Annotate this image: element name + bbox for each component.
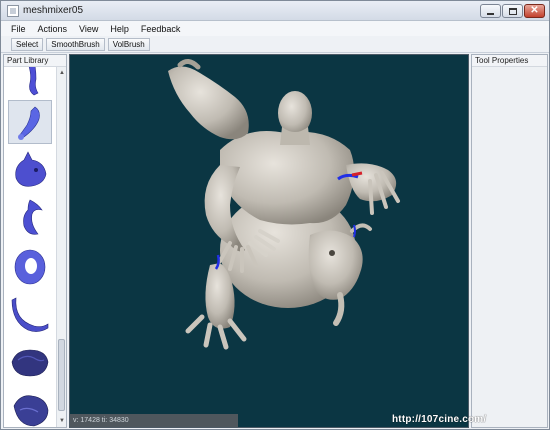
scroll-up-icon[interactable]: ▲ xyxy=(57,68,67,78)
watermark-text: http://107cine.com/ xyxy=(392,414,487,425)
menu-file[interactable]: File xyxy=(5,24,32,34)
part-thumbnail-claw[interactable] xyxy=(8,196,52,240)
menu-feedback[interactable]: Feedback xyxy=(135,24,187,34)
scroll-down-icon[interactable]: ▼ xyxy=(57,416,67,426)
app-window: meshmixer05 ✕ File Actions View Help Fee… xyxy=(0,0,550,430)
menu-bar: File Actions View Help Feedback xyxy=(1,21,549,36)
part-library-title: Part Library xyxy=(4,55,66,67)
maximize-button[interactable] xyxy=(502,4,523,18)
tool-properties-panel: Tool Properties xyxy=(471,54,548,428)
scroll-thumb[interactable] xyxy=(58,339,65,411)
part-thumbnail-rock-2[interactable] xyxy=(8,388,52,427)
part-thumbnail-leg[interactable] xyxy=(8,67,52,97)
3d-viewport[interactable]: v: 17428 ti: 34830 xyxy=(69,54,469,428)
part-library-list xyxy=(4,67,56,427)
menu-view[interactable]: View xyxy=(73,24,104,34)
mesh-model[interactable] xyxy=(70,55,469,428)
title-bar[interactable]: meshmixer05 ✕ xyxy=(1,1,549,21)
tool-properties-title: Tool Properties xyxy=(472,55,547,67)
volbrush-tool-button[interactable]: VolBrush xyxy=(107,37,150,51)
claw-part-icon xyxy=(23,199,43,235)
animal-head-part-icon xyxy=(15,151,47,187)
tail-part-icon xyxy=(11,297,49,332)
part-library-panel: Part Library ▲ ▼ xyxy=(3,54,67,428)
rock-part-2-icon xyxy=(13,395,49,427)
minimize-icon xyxy=(487,12,494,15)
menu-help[interactable]: Help xyxy=(104,24,135,34)
part-library-scrollbar[interactable]: ▲ ▼ xyxy=(56,67,66,427)
tool-bar: Select SmoothBrush VolBrush xyxy=(1,36,549,53)
close-button[interactable]: ✕ xyxy=(524,4,545,18)
maximize-icon xyxy=(508,7,517,15)
menu-actions[interactable]: Actions xyxy=(32,24,74,34)
close-icon: ✕ xyxy=(530,5,539,16)
smoothbrush-tool-button[interactable]: SmoothBrush xyxy=(46,37,105,51)
app-icon xyxy=(7,5,19,17)
select-tool-button[interactable]: Select xyxy=(11,37,44,51)
part-thumbnail-animal-head[interactable] xyxy=(8,148,52,192)
part-thumbnail-tail[interactable] xyxy=(8,292,52,336)
window-title: meshmixer05 xyxy=(23,5,84,16)
arm-part-icon xyxy=(18,106,40,140)
rock-part-icon xyxy=(11,349,49,377)
leg-part-icon xyxy=(28,67,39,96)
minimize-button[interactable] xyxy=(480,4,501,18)
ring-part-icon xyxy=(14,249,46,285)
part-thumbnail-rock[interactable] xyxy=(8,340,52,384)
viewport-status: v: 17428 ti: 34830 xyxy=(70,414,238,427)
part-thumbnail-arm[interactable] xyxy=(8,100,52,144)
part-thumbnail-ring[interactable] xyxy=(8,244,52,288)
